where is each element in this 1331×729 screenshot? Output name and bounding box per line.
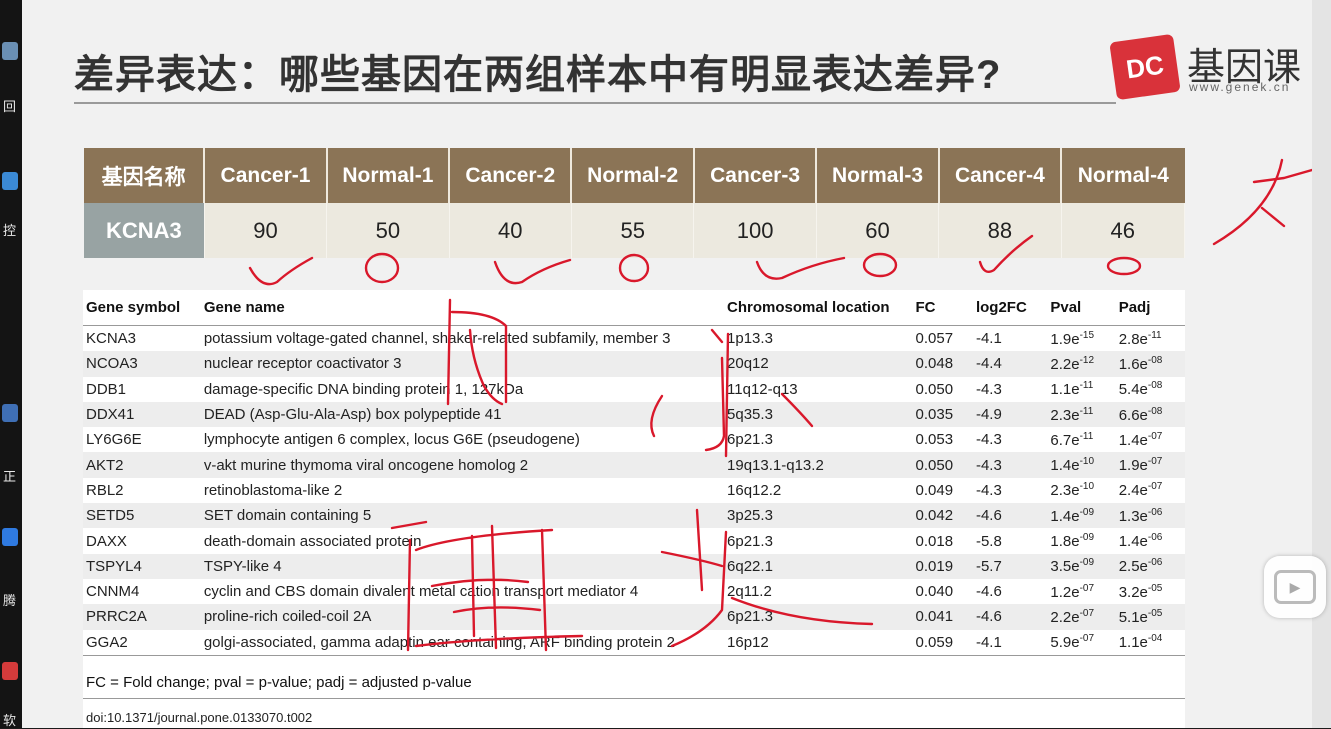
ink-zero-1 — [364, 252, 400, 284]
ink-char-right — [1212, 158, 1312, 246]
ink-check-4 — [978, 234, 1034, 273]
ink-zero-2 — [618, 253, 650, 283]
ink-char-3 — [704, 328, 726, 452]
desktop-label-4: 腾 — [3, 593, 17, 608]
desktop-strip: 回 控 正 腾 软 — [0, 0, 22, 728]
right-edge-strip — [1312, 0, 1331, 728]
ink-check-1 — [248, 256, 314, 286]
presentation-slide: 差异表达：哪些基因在两组样本中有明显表达差异? DC 基因课 www.genek… — [22, 0, 1312, 728]
control-panel-icon[interactable] — [2, 172, 18, 190]
ink-char-5 — [390, 520, 584, 652]
ink-strike — [695, 508, 704, 592]
app-icon[interactable] — [2, 404, 18, 422]
bilibili-tv-icon[interactable]: ▶ — [1264, 556, 1326, 618]
desktop-label-5: 软 — [3, 713, 17, 728]
recycle-bin-icon[interactable] — [2, 42, 18, 60]
desktop-label-1: 回 — [3, 99, 17, 114]
ink-zero-3 — [862, 252, 898, 278]
ink-char-2 — [650, 394, 664, 438]
ink-bracket — [724, 332, 730, 458]
ink-char-4 — [780, 392, 814, 428]
tencent-icon[interactable] — [2, 528, 18, 546]
ink-check-2 — [493, 258, 572, 285]
ink-zero-4 — [1106, 256, 1142, 276]
ink-check-3 — [755, 256, 846, 280]
desktop-label-2: 控 — [3, 223, 17, 238]
desktop-label-3: 正 — [3, 469, 17, 484]
handwritten-annotations — [248, 158, 1312, 652]
ink-char-6 — [660, 530, 874, 648]
ink-char-1 — [446, 298, 508, 406]
play-icon: ▶ — [1274, 570, 1316, 604]
software-icon[interactable] — [2, 662, 18, 680]
